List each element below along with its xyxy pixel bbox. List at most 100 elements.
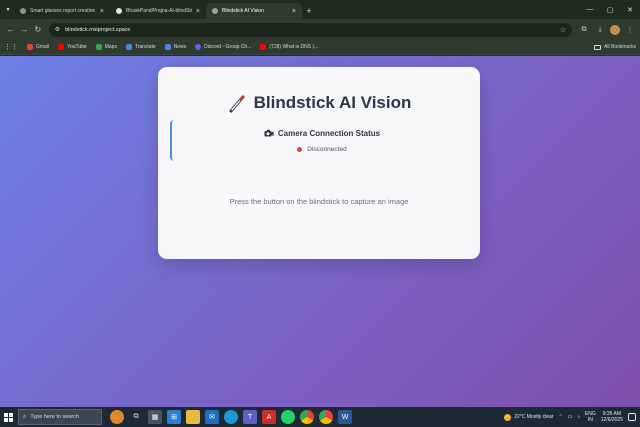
globe-icon bbox=[212, 8, 218, 14]
bookmark-label: Gmail bbox=[36, 44, 50, 50]
connection-status: Disconnected bbox=[172, 146, 472, 153]
tab-smart-glasses[interactable]: Smart glasses report creation × bbox=[14, 3, 110, 19]
maps-icon bbox=[95, 44, 102, 50]
youtube-icon bbox=[260, 44, 267, 50]
gmail-icon bbox=[27, 44, 33, 50]
close-icon[interactable]: × bbox=[196, 8, 200, 15]
site-info-icon[interactable]: ⚙ bbox=[55, 26, 60, 33]
windows-taskbar: ⌕ Type here to search ⧉ ▦ ⊞ ✉ T A W 22°C… bbox=[0, 407, 640, 427]
tab-github[interactable]: BhaskPand/Prajna-AI-blindStick × bbox=[110, 3, 206, 19]
all-bookmarks-button[interactable]: All Bookmarks bbox=[594, 44, 636, 50]
taskbar-clock[interactable]: 9:35 AM 12/6/2025 bbox=[601, 411, 623, 423]
status-text: Disconnected bbox=[307, 146, 347, 153]
close-window-icon[interactable]: ✕ bbox=[620, 0, 640, 19]
weather-widget[interactable]: 22°C Mostly clear bbox=[504, 413, 554, 421]
folder-icon bbox=[594, 44, 602, 50]
bookmark-star-icon[interactable]: ☆ bbox=[560, 26, 566, 34]
chrome-profile-icon[interactable] bbox=[319, 410, 333, 424]
bookmark-label: (728) What is DNS (... bbox=[269, 44, 319, 50]
bookmark-label: Discord - Group Ch... bbox=[204, 44, 252, 50]
discord-icon bbox=[195, 44, 202, 50]
chrome-icon[interactable] bbox=[300, 410, 314, 424]
tab-title: Smart glasses report creation bbox=[30, 8, 96, 14]
apps-grid-icon[interactable]: ⋮⋮ bbox=[4, 43, 18, 51]
browser-toolbar: ← → ↻ ⚙ blindstick.msiproject.space ☆ ⧉ … bbox=[0, 19, 640, 40]
main-card: Blindstick AI Vision Camera Connection S… bbox=[158, 67, 480, 259]
whatsapp-icon[interactable] bbox=[281, 410, 295, 424]
reload-icon[interactable]: ↻ bbox=[31, 23, 45, 37]
youtube-icon bbox=[58, 44, 65, 50]
instruction-text: Press the button on the blindstick to ca… bbox=[229, 197, 409, 206]
tab-title: BhaskPand/Prajna-AI-blindStick bbox=[126, 8, 192, 14]
weather-text: 22°C Mostly clear bbox=[514, 414, 554, 420]
camera-icon bbox=[264, 129, 274, 137]
calculator-icon[interactable]: ▦ bbox=[148, 410, 162, 424]
network-icon[interactable]: ▭ bbox=[568, 414, 573, 420]
bookmarks-bar: ⋮⋮ Gmail YouTube Maps Translate News Dis… bbox=[0, 40, 640, 55]
white-cane-icon bbox=[229, 95, 245, 113]
github-icon bbox=[116, 8, 122, 14]
bookmark-news[interactable]: News bbox=[164, 44, 187, 50]
bookmark-maps[interactable]: Maps bbox=[95, 44, 117, 50]
volume-icon[interactable]: ♪ bbox=[577, 414, 580, 420]
windows-logo-icon bbox=[3, 412, 13, 422]
url-text: blindstick.msiproject.space bbox=[65, 26, 131, 33]
window-controls: — ▢ ✕ bbox=[580, 0, 640, 19]
status-heading-text: Camera Connection Status bbox=[277, 129, 381, 138]
close-icon[interactable]: × bbox=[100, 8, 104, 15]
bookmark-youtube-dns[interactable]: (728) What is DNS (... bbox=[260, 44, 318, 50]
mail-icon[interactable]: ✉ bbox=[205, 410, 219, 424]
bookmark-label: Maps bbox=[104, 44, 117, 50]
translate-icon bbox=[125, 44, 132, 50]
bookmark-discord[interactable]: Discord - Group Ch... bbox=[195, 44, 251, 50]
news-icon bbox=[164, 44, 171, 50]
store-icon[interactable]: ⊞ bbox=[167, 410, 181, 424]
page-viewport: Blindstick AI Vision Camera Connection S… bbox=[0, 56, 640, 407]
edge-icon[interactable] bbox=[224, 410, 238, 424]
tab-blindstick[interactable]: Blindstick AI Vision × bbox=[206, 3, 302, 19]
tab-strip: ▾ Smart glasses report creation × BhaskP… bbox=[0, 0, 640, 19]
start-button[interactable] bbox=[0, 407, 16, 427]
search-icon: ⌕ bbox=[23, 413, 27, 420]
bookmark-youtube[interactable]: YouTube bbox=[58, 44, 87, 50]
bookmark-label: Translate bbox=[134, 44, 156, 50]
language-indicator[interactable]: ENG IN bbox=[585, 411, 596, 423]
lang-line2: IN bbox=[587, 417, 593, 423]
widget-flower-icon[interactable] bbox=[110, 410, 124, 424]
bookmark-label: News bbox=[173, 44, 187, 50]
new-tab-button[interactable]: + bbox=[302, 3, 316, 19]
all-bookmarks-label: All Bookmarks bbox=[604, 44, 636, 50]
teams-icon[interactable]: T bbox=[243, 410, 257, 424]
page-title-text: Blindstick AI Vision bbox=[253, 93, 412, 112]
forward-icon[interactable]: → bbox=[18, 23, 32, 37]
clock-date: 12/6/2025 bbox=[600, 417, 623, 423]
status-dot-icon bbox=[297, 147, 303, 152]
close-icon[interactable]: × bbox=[292, 8, 296, 15]
minimize-icon[interactable]: — bbox=[580, 0, 600, 19]
bookmark-label: YouTube bbox=[67, 44, 87, 50]
downloads-icon[interactable]: ⤓ bbox=[594, 24, 606, 36]
file-explorer-icon[interactable] bbox=[186, 410, 200, 424]
notifications-icon[interactable] bbox=[628, 413, 636, 421]
extensions-icon[interactable]: ⧉ bbox=[578, 24, 590, 36]
tab-search-icon[interactable]: ▾ bbox=[3, 3, 13, 15]
address-bar[interactable]: ⚙ blindstick.msiproject.space ☆ bbox=[48, 22, 573, 37]
system-tray: 22°C Mostly clear ⌃ ▭ ♪ ENG IN 9:35 AM 1… bbox=[504, 411, 640, 423]
back-icon[interactable]: ← bbox=[4, 23, 18, 37]
taskbar-search-box[interactable]: ⌕ Type here to search bbox=[18, 409, 102, 425]
acrobat-icon[interactable]: A bbox=[262, 410, 276, 424]
profile-avatar[interactable] bbox=[610, 24, 621, 35]
tab-title: Blindstick AI Vision bbox=[222, 8, 264, 14]
bookmark-gmail[interactable]: Gmail bbox=[27, 44, 49, 50]
bookmark-translate[interactable]: Translate bbox=[125, 44, 156, 50]
task-view-icon[interactable]: ⧉ bbox=[129, 410, 143, 424]
maximize-icon[interactable]: ▢ bbox=[600, 0, 620, 19]
chatgpt-icon bbox=[20, 8, 26, 14]
menu-icon[interactable]: ⋮ bbox=[624, 24, 636, 36]
search-placeholder: Type here to search bbox=[30, 414, 79, 420]
chevron-up-icon[interactable]: ⌃ bbox=[558, 414, 562, 420]
word-icon[interactable]: W bbox=[338, 410, 352, 424]
page-title: Blindstick AI Vision bbox=[158, 93, 480, 113]
weather-sun-icon bbox=[504, 413, 512, 421]
taskbar-apps: ⧉ ▦ ⊞ ✉ T A W bbox=[110, 410, 352, 424]
